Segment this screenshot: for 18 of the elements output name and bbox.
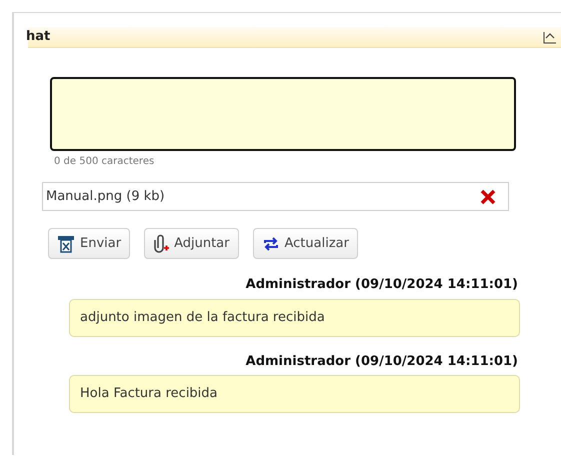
attachment-filename: Manual.png (9 kb) bbox=[46, 188, 165, 206]
collapse-button[interactable] bbox=[543, 30, 557, 44]
message-field[interactable] bbox=[50, 77, 516, 151]
close-icon bbox=[480, 188, 496, 204]
character-counter: 0 de 500 caracteres bbox=[54, 155, 156, 169]
message-header: Administrador (09/10/2024 14:11:01) bbox=[246, 276, 518, 294]
panel-title: hat bbox=[26, 28, 50, 46]
collapse-icon bbox=[543, 30, 557, 44]
toolbar-button[interactable]: Adjuntar bbox=[144, 228, 238, 259]
toolbar-button[interactable]: Enviar bbox=[48, 228, 130, 259]
remove-attachment-button[interactable] bbox=[480, 188, 496, 204]
message-header: Administrador (09/10/2024 14:11:01) bbox=[246, 352, 518, 370]
message-bubble: adjunto imagen de la factura recibida bbox=[69, 298, 520, 336]
send-icon bbox=[57, 234, 75, 252]
paperclip-icon bbox=[153, 234, 170, 254]
refresh-icon bbox=[262, 234, 280, 252]
toolbar-button[interactable]: Actualizar bbox=[252, 228, 358, 259]
message-bubble: Hola Factura recibida bbox=[69, 375, 520, 413]
